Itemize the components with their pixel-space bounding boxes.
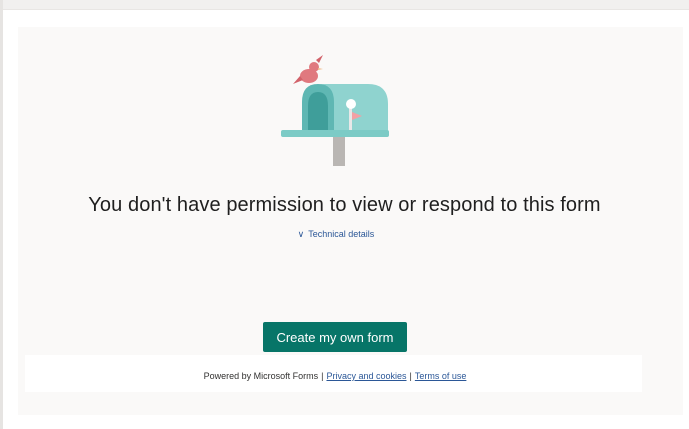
bird-head bbox=[309, 62, 319, 72]
technical-details-label: Technical details bbox=[308, 229, 375, 239]
technical-details-toggle[interactable]: ∨ Technical details bbox=[0, 229, 672, 240]
chevron-down-icon: ∨ bbox=[297, 229, 305, 239]
permission-message: You don't have permission to view or res… bbox=[88, 194, 601, 216]
powered-by-text: Powered by Microsoft Forms bbox=[203, 371, 319, 381]
terms-of-use-link[interactable]: Terms of use bbox=[415, 371, 467, 381]
mailbox-post bbox=[333, 136, 345, 166]
mailbox-illustration bbox=[281, 55, 389, 166]
bird-beak bbox=[318, 68, 323, 70]
mailbox-shelf bbox=[281, 130, 389, 137]
mailbox-opening bbox=[308, 92, 328, 132]
footer-separator: | bbox=[321, 371, 324, 381]
mailbox-flag-pole bbox=[349, 108, 352, 130]
footer: Powered by Microsoft Forms | Privacy and c… bbox=[0, 371, 670, 381]
footer-separator: | bbox=[409, 371, 412, 381]
bird-crest bbox=[316, 55, 323, 63]
privacy-and-cookies-link[interactable]: Privacy and cookies bbox=[326, 371, 406, 381]
mailbox-flag-knob bbox=[346, 99, 356, 109]
top-edge bbox=[0, 0, 689, 10]
create-my-own-form-button[interactable]: Create my own form bbox=[263, 322, 407, 352]
browser-viewport: You don't have permission to view or res… bbox=[0, 0, 689, 429]
